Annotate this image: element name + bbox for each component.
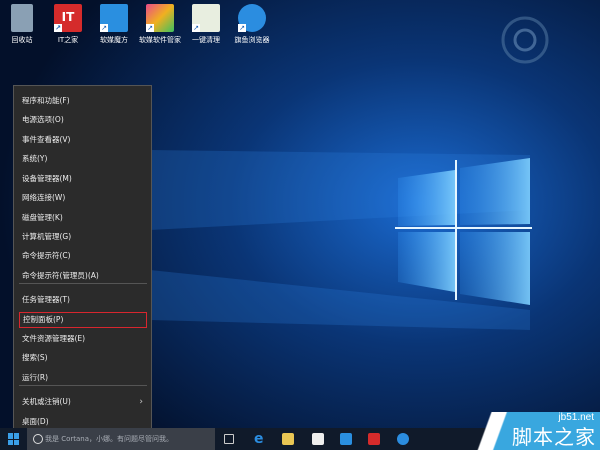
store-icon[interactable] (312, 433, 324, 445)
browser-icon: ↗ (238, 4, 266, 32)
desktop-icon-browser[interactable]: ↗ 旗鱼浏览器 (230, 4, 274, 45)
ithome-icon: IT ↗ (54, 4, 82, 32)
watermark: jb51.net 脚本之家 (460, 412, 600, 450)
menu-item-label: 磁盘管理(K) (22, 213, 63, 222)
menu-item-label: 桌面(D) (22, 417, 49, 426)
desktop-icon-cleanup[interactable]: ↗ 一键清理 (184, 4, 228, 45)
menu-item-label: 关机或注销(U) (22, 397, 71, 406)
file-explorer-icon[interactable] (282, 433, 294, 445)
winx-context-menu: 程序和功能(F) 电源选项(O) 事件查看器(V) 系统(Y) 设备管理器(M) 网络连接… (13, 85, 152, 435)
menu-item-label: 文件资源管理器(E) (22, 334, 86, 343)
chevron-right-icon: › (139, 397, 143, 407)
menu-item-label: 程序和功能(F) (22, 96, 70, 105)
task-view-icon[interactable] (224, 434, 234, 444)
menu-item[interactable]: 系统(Y) (19, 151, 147, 167)
browser-taskbar-icon[interactable] (397, 433, 409, 445)
menu-item[interactable]: 计算机管理(G) (19, 229, 147, 245)
menu-item[interactable]: 命令提示符(管理员)(A) (19, 268, 147, 284)
menu-item[interactable]: 搜索(S) (19, 350, 147, 366)
software-manager-icon: ↗ (146, 4, 174, 32)
desktop-icon-recycle-bin[interactable]: 回收站 (0, 4, 44, 45)
menu-item-label: 命令提示符(管理员)(A) (22, 271, 99, 280)
menu-item-label: 命令提示符(C) (22, 251, 71, 260)
ithome-taskbar-icon[interactable] (368, 433, 380, 445)
start-button[interactable] (8, 433, 20, 445)
ruanmei-cube-icon: ↗ (100, 4, 128, 32)
desktop-icon-ithome[interactable]: IT ↗ IT之家 (46, 4, 90, 45)
desktop-icon-software-manager[interactable]: ↗ 软媒软件管家 (138, 4, 182, 45)
menu-item[interactable]: 事件查看器(V) (19, 132, 147, 148)
menu-item-label: 搜索(S) (22, 353, 48, 362)
menu-item-label: 网络连接(W) (22, 193, 66, 202)
menu-item-label: 运行(R) (22, 373, 49, 382)
cortana-icon (33, 434, 43, 444)
menu-item-label: 事件查看器(V) (22, 135, 71, 144)
cortana-search-box[interactable]: 我是 Cortana，小娜。有问题尽管问我。 (27, 428, 215, 450)
recycle-bin-icon (11, 4, 33, 32)
menu-item[interactable]: 控制面板(P) (19, 312, 147, 328)
ruanmei-cube-taskbar-icon[interactable] (340, 433, 352, 445)
menu-item[interactable]: 文件资源管理器(E) (19, 331, 147, 347)
menu-item[interactable]: 电源选项(O) (19, 112, 147, 128)
menu-item[interactable]: 运行(R) (19, 370, 147, 386)
desktop-icon-ruanmei-cube[interactable]: ↗ 软媒魔方 (92, 4, 136, 45)
menu-item-label: 计算机管理(G) (22, 232, 72, 241)
menu-item-label: 电源选项(O) (22, 115, 64, 124)
menu-separator (19, 385, 147, 386)
menu-item[interactable]: 程序和功能(F) (19, 93, 147, 109)
menu-item[interactable]: 任务管理器(T) (19, 292, 147, 308)
menu-separator (19, 283, 147, 284)
menu-item-label: 设备管理器(M) (22, 174, 72, 183)
menu-item[interactable]: 网络连接(W) (19, 190, 147, 206)
menu-item[interactable]: 设备管理器(M) (19, 171, 147, 187)
menu-item-label: 系统(Y) (22, 154, 48, 163)
menu-item-label: 任务管理器(T) (22, 295, 70, 304)
edge-icon[interactable]: e (254, 432, 266, 446)
cleanup-icon: ↗ (192, 4, 220, 32)
menu-item[interactable]: 关机或注销(U) › (19, 394, 147, 410)
menu-item[interactable]: 命令提示符(C) (19, 248, 147, 264)
menu-item[interactable]: 磁盘管理(K) (19, 210, 147, 226)
menu-item-label: 控制面板(P) (23, 315, 64, 324)
